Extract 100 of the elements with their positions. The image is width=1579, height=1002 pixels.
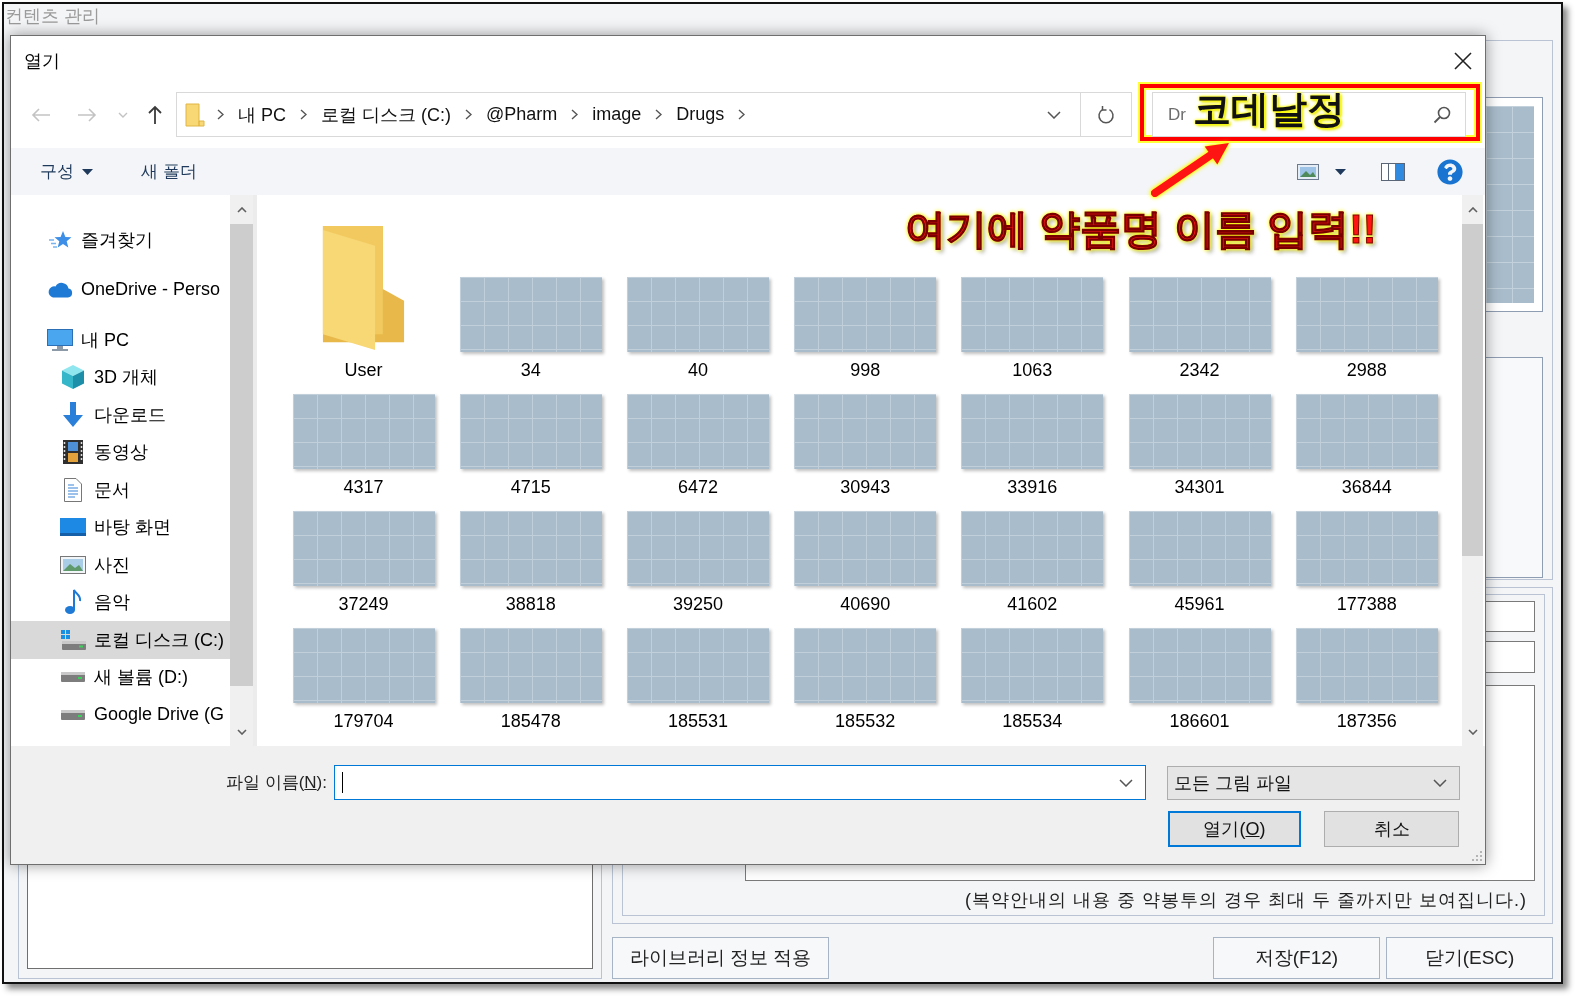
nav-item[interactable]: OneDrive - Perso [11, 271, 230, 309]
action-button[interactable]: 라이브러리 정보 적용 [612, 937, 829, 979]
refresh-button[interactable] [1081, 92, 1132, 137]
file-name[interactable]: 185532 [835, 710, 896, 732]
cancel-button[interactable]: 취소 [1324, 811, 1459, 847]
folder-icon[interactable] [321, 224, 407, 352]
file-name[interactable]: 2988 [1346, 359, 1387, 381]
nav-item[interactable]: 바탕 화면 [11, 508, 230, 546]
action-button[interactable]: 닫기(ESC) [1386, 937, 1553, 979]
file-name[interactable]: 34 [520, 359, 541, 381]
photo-placeholder[interactable] [626, 277, 769, 352]
file-name[interactable]: 186601 [1169, 710, 1230, 732]
photo-placeholder[interactable] [626, 628, 769, 703]
preview-pane-icon[interactable] [1381, 162, 1405, 181]
nav-item[interactable]: 동영상 [11, 433, 230, 471]
photo-placeholder[interactable] [794, 628, 937, 703]
photo-placeholder[interactable] [1295, 394, 1438, 469]
breadcrumb-item[interactable]: Drugs [676, 104, 725, 125]
nav-item[interactable]: Google Drive (G [11, 696, 230, 734]
arrow-up-icon[interactable] [147, 104, 163, 125]
nav-item[interactable]: 문서 [11, 471, 230, 509]
nav-item[interactable]: 사진 [11, 546, 230, 584]
chevron-down-icon[interactable] [1467, 729, 1478, 735]
resize-grip-icon[interactable] [1472, 851, 1482, 861]
photo-placeholder[interactable] [459, 277, 602, 352]
chevron-down-icon[interactable] [1047, 110, 1061, 119]
chevron-right-icon[interactable] [655, 109, 663, 120]
chevron-right-icon[interactable] [738, 109, 746, 120]
photo-placeholder[interactable] [1128, 511, 1271, 586]
search-icon[interactable] [1433, 105, 1451, 124]
organize-button[interactable]: 구성 [40, 160, 93, 183]
photo-placeholder[interactable] [961, 628, 1104, 703]
file-name[interactable]: User [344, 359, 383, 381]
photo-placeholder[interactable] [292, 394, 435, 469]
file-name[interactable]: 179704 [333, 710, 394, 732]
open-button[interactable]: 열기(O) [1168, 811, 1301, 847]
file-name[interactable]: 40690 [840, 593, 891, 615]
chevron-right-icon[interactable] [571, 109, 579, 120]
scroll-thumb[interactable] [230, 224, 253, 686]
photo-placeholder[interactable] [961, 511, 1104, 586]
close-icon[interactable] [1454, 52, 1472, 70]
chevron-right-icon[interactable] [300, 109, 307, 120]
photo-placeholder[interactable] [961, 277, 1104, 352]
photo-placeholder[interactable] [1295, 277, 1438, 352]
file-name[interactable]: 4715 [510, 476, 551, 498]
nav-item[interactable]: 음악 [11, 583, 230, 621]
file-name[interactable]: 36844 [1341, 476, 1392, 498]
breadcrumb-item[interactable]: 내 PC [238, 102, 286, 127]
file-name[interactable]: 2342 [1179, 359, 1220, 381]
file-name[interactable]: 40 [687, 359, 708, 381]
nav-item[interactable]: 즐겨찾기 [11, 221, 230, 259]
nav-item[interactable]: 다운로드 [11, 396, 230, 434]
chevron-right-icon[interactable] [465, 109, 472, 120]
photo-placeholder[interactable] [292, 628, 435, 703]
photo-placeholder[interactable] [794, 394, 937, 469]
file-name[interactable]: 998 [850, 359, 881, 381]
file-name[interactable]: 33916 [1007, 476, 1058, 498]
photo-placeholder[interactable] [1128, 394, 1271, 469]
file-name[interactable]: 41602 [1007, 593, 1058, 615]
help-icon[interactable] [1437, 158, 1463, 185]
photo-placeholder[interactable] [626, 394, 769, 469]
search-field[interactable]: Dr 코데날정 [1152, 92, 1466, 137]
file-name[interactable]: 177388 [1336, 593, 1397, 615]
file-name[interactable]: 185534 [1002, 710, 1063, 732]
file-name[interactable]: 185531 [667, 710, 728, 732]
photo-placeholder[interactable] [292, 511, 435, 586]
photo-placeholder[interactable] [794, 277, 937, 352]
file-name-field[interactable] [334, 765, 1146, 800]
photo-placeholder[interactable] [1128, 277, 1271, 352]
chevron-right-icon[interactable] [217, 109, 224, 120]
file-name[interactable]: 6472 [677, 476, 718, 498]
chevron-up-icon[interactable] [236, 206, 247, 213]
nav-item[interactable]: 새 볼륨 (D:) [11, 658, 230, 696]
file-name[interactable]: 187356 [1336, 710, 1397, 732]
breadcrumb-item[interactable]: image [592, 104, 642, 125]
file-name[interactable]: 45961 [1174, 593, 1225, 615]
file-name[interactable]: 37249 [338, 593, 389, 615]
file-name[interactable]: 30943 [840, 476, 891, 498]
photo-placeholder[interactable] [626, 511, 769, 586]
photo-placeholder[interactable] [1128, 628, 1271, 703]
file-name[interactable]: 34301 [1174, 476, 1225, 498]
new-folder-button[interactable]: 새 폴더 [141, 160, 197, 183]
nav-item[interactable]: 로컬 디스크 (C:) [11, 621, 230, 659]
photo-placeholder[interactable] [794, 511, 937, 586]
photo-placeholder[interactable] [961, 394, 1104, 469]
scroll-thumb[interactable] [1462, 224, 1483, 556]
scrollbar[interactable] [1462, 195, 1483, 746]
view-icon[interactable] [1297, 163, 1319, 180]
nav-item[interactable]: 내 PC [11, 321, 230, 359]
breadcrumb-item[interactable]: @Pharm [486, 104, 558, 125]
file-name[interactable]: 1063 [1012, 359, 1053, 381]
photo-placeholder[interactable] [1295, 511, 1438, 586]
photo-placeholder[interactable] [459, 511, 602, 586]
file-name[interactable]: 4317 [343, 476, 384, 498]
nav-item[interactable]: 3D 개체 [11, 358, 230, 396]
chevron-up-icon[interactable] [1467, 206, 1478, 213]
file-type-dropdown[interactable]: 모든 그림 파일 [1167, 765, 1460, 800]
photo-placeholder[interactable] [459, 394, 602, 469]
file-name[interactable]: 185478 [500, 710, 561, 732]
breadcrumb-item[interactable]: 로컬 디스크 (C:) [321, 102, 451, 127]
